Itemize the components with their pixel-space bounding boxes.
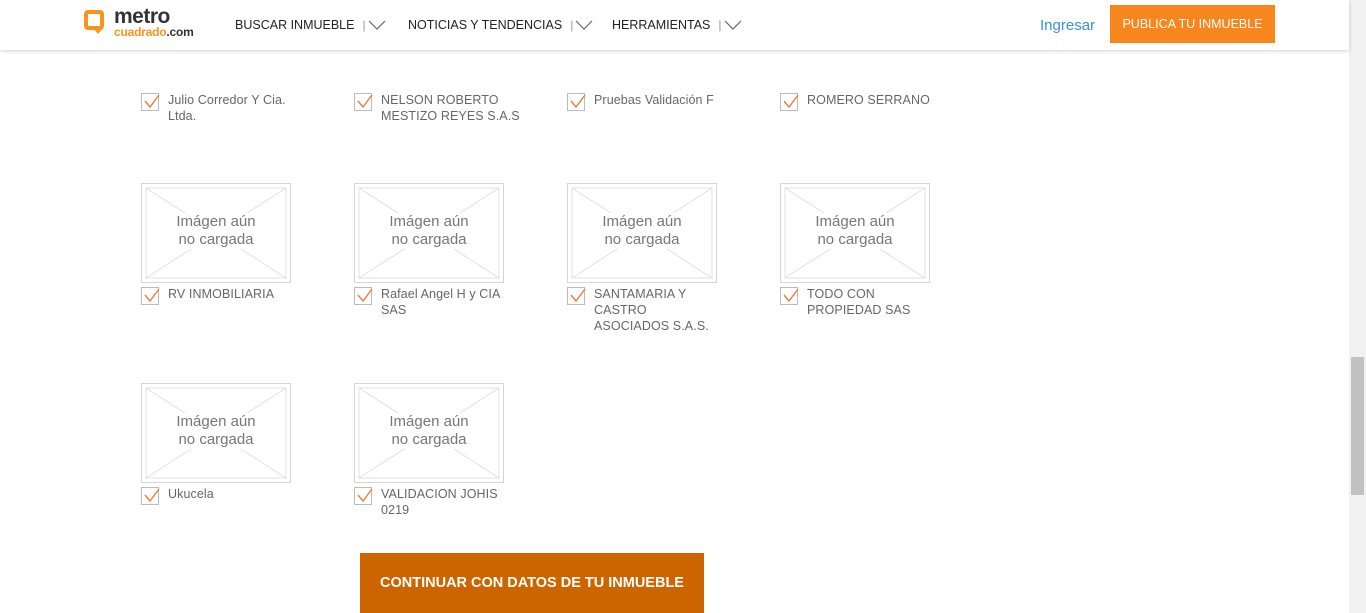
checkmark-icon [144, 94, 160, 109]
checkmark-icon [570, 288, 586, 303]
placeholder-text: Imágen aún no cargada [355, 213, 503, 249]
checkmark-icon [357, 288, 373, 303]
image-placeholder: Imágen aún no cargada [567, 183, 717, 283]
publish-property-button[interactable]: PUBLICA TU INMUEBLE [1110, 5, 1275, 43]
agency-checkbox[interactable] [780, 93, 799, 111]
agency-name: TODO CON PROPIEDAD SAS [807, 287, 911, 317]
nav-herramientas[interactable]: HERRAMIENTAS | [612, 18, 742, 32]
placeholder-text: Imágen aún no cargada [142, 213, 290, 249]
placeholder-text: Imágen aún no cargada [142, 413, 290, 449]
logo-icon [84, 10, 104, 34]
agency-checkbox[interactable] [141, 487, 160, 505]
nav-label: HERRAMIENTAS [612, 18, 711, 32]
scrollbar-thumb[interactable] [1351, 357, 1364, 495]
chevron-down-icon [575, 20, 593, 30]
agency-name: Pruebas Validación F [594, 93, 714, 107]
site-logo[interactable]: metro cuadrado.com [84, 5, 209, 41]
login-link[interactable]: Ingresar [1040, 17, 1095, 34]
checkmark-icon [144, 288, 160, 303]
chevron-down-icon [368, 20, 386, 30]
image-placeholder: Imágen aún no cargada [780, 183, 930, 283]
agency-checkbox[interactable] [567, 287, 586, 305]
logo-text-bottom: cuadrado.com [114, 25, 194, 39]
agency-name: Ukucela [168, 487, 214, 501]
checkmark-icon [570, 94, 586, 109]
nav-separator: | [362, 18, 366, 32]
nav-separator: | [718, 18, 722, 32]
agency-checkbox[interactable] [354, 487, 373, 505]
agency-checkbox[interactable] [567, 93, 586, 111]
agency-checkbox[interactable] [141, 93, 160, 111]
image-placeholder: Imágen aún no cargada [354, 183, 504, 283]
checkmark-icon [783, 94, 799, 109]
page-scrollbar[interactable] [1349, 0, 1366, 613]
agency-name: Julio Corredor Y Cia. Ltda. [168, 93, 286, 123]
chevron-down-icon [724, 20, 741, 30]
continue-button[interactable]: CONTINUAR CON DATOS DE TU INMUEBLE [360, 553, 704, 613]
agency-checkbox[interactable] [141, 287, 160, 305]
agency-name: NELSON ROBERTO MESTIZO REYES S.A.S [381, 93, 520, 123]
agency-checkbox[interactable] [780, 287, 799, 305]
checkmark-icon [783, 288, 799, 303]
placeholder-text: Imágen aún no cargada [568, 213, 716, 249]
nav-noticias-tendencias[interactable]: NOTICIAS Y TENDENCIAS | [408, 18, 593, 32]
nav-separator: | [570, 18, 574, 32]
agency-name: Rafael Angel H y CIA SAS [381, 287, 500, 317]
image-placeholder: Imágen aún no cargada [141, 383, 291, 483]
placeholder-text: Imágen aún no cargada [781, 213, 929, 249]
nav-label: NOTICIAS Y TENDENCIAS [408, 18, 563, 32]
agency-name: SANTAMARIA Y CASTRO ASOCIADOS S.A.S. [594, 287, 709, 333]
agency-checkbox[interactable] [354, 93, 373, 111]
nav-label: BUSCAR INMUEBLE [235, 18, 355, 32]
agency-name: VALIDACION JOHIS 0219 [381, 487, 498, 517]
site-header: metro cuadrado.com BUSCAR INMUEBLE | NOT… [0, 0, 1349, 50]
image-placeholder: Imágen aún no cargada [354, 383, 504, 483]
image-placeholder: Imágen aún no cargada [141, 183, 291, 283]
nav-buscar-inmueble[interactable]: BUSCAR INMUEBLE | [235, 18, 386, 32]
placeholder-text: Imágen aún no cargada [355, 413, 503, 449]
agency-checkbox[interactable] [354, 287, 373, 305]
checkmark-icon [144, 488, 160, 503]
agency-name: ROMERO SERRANO [807, 93, 930, 107]
checkmark-icon [357, 488, 373, 503]
agency-name: RV INMOBILIARIA [168, 287, 275, 301]
checkmark-icon [357, 94, 373, 109]
